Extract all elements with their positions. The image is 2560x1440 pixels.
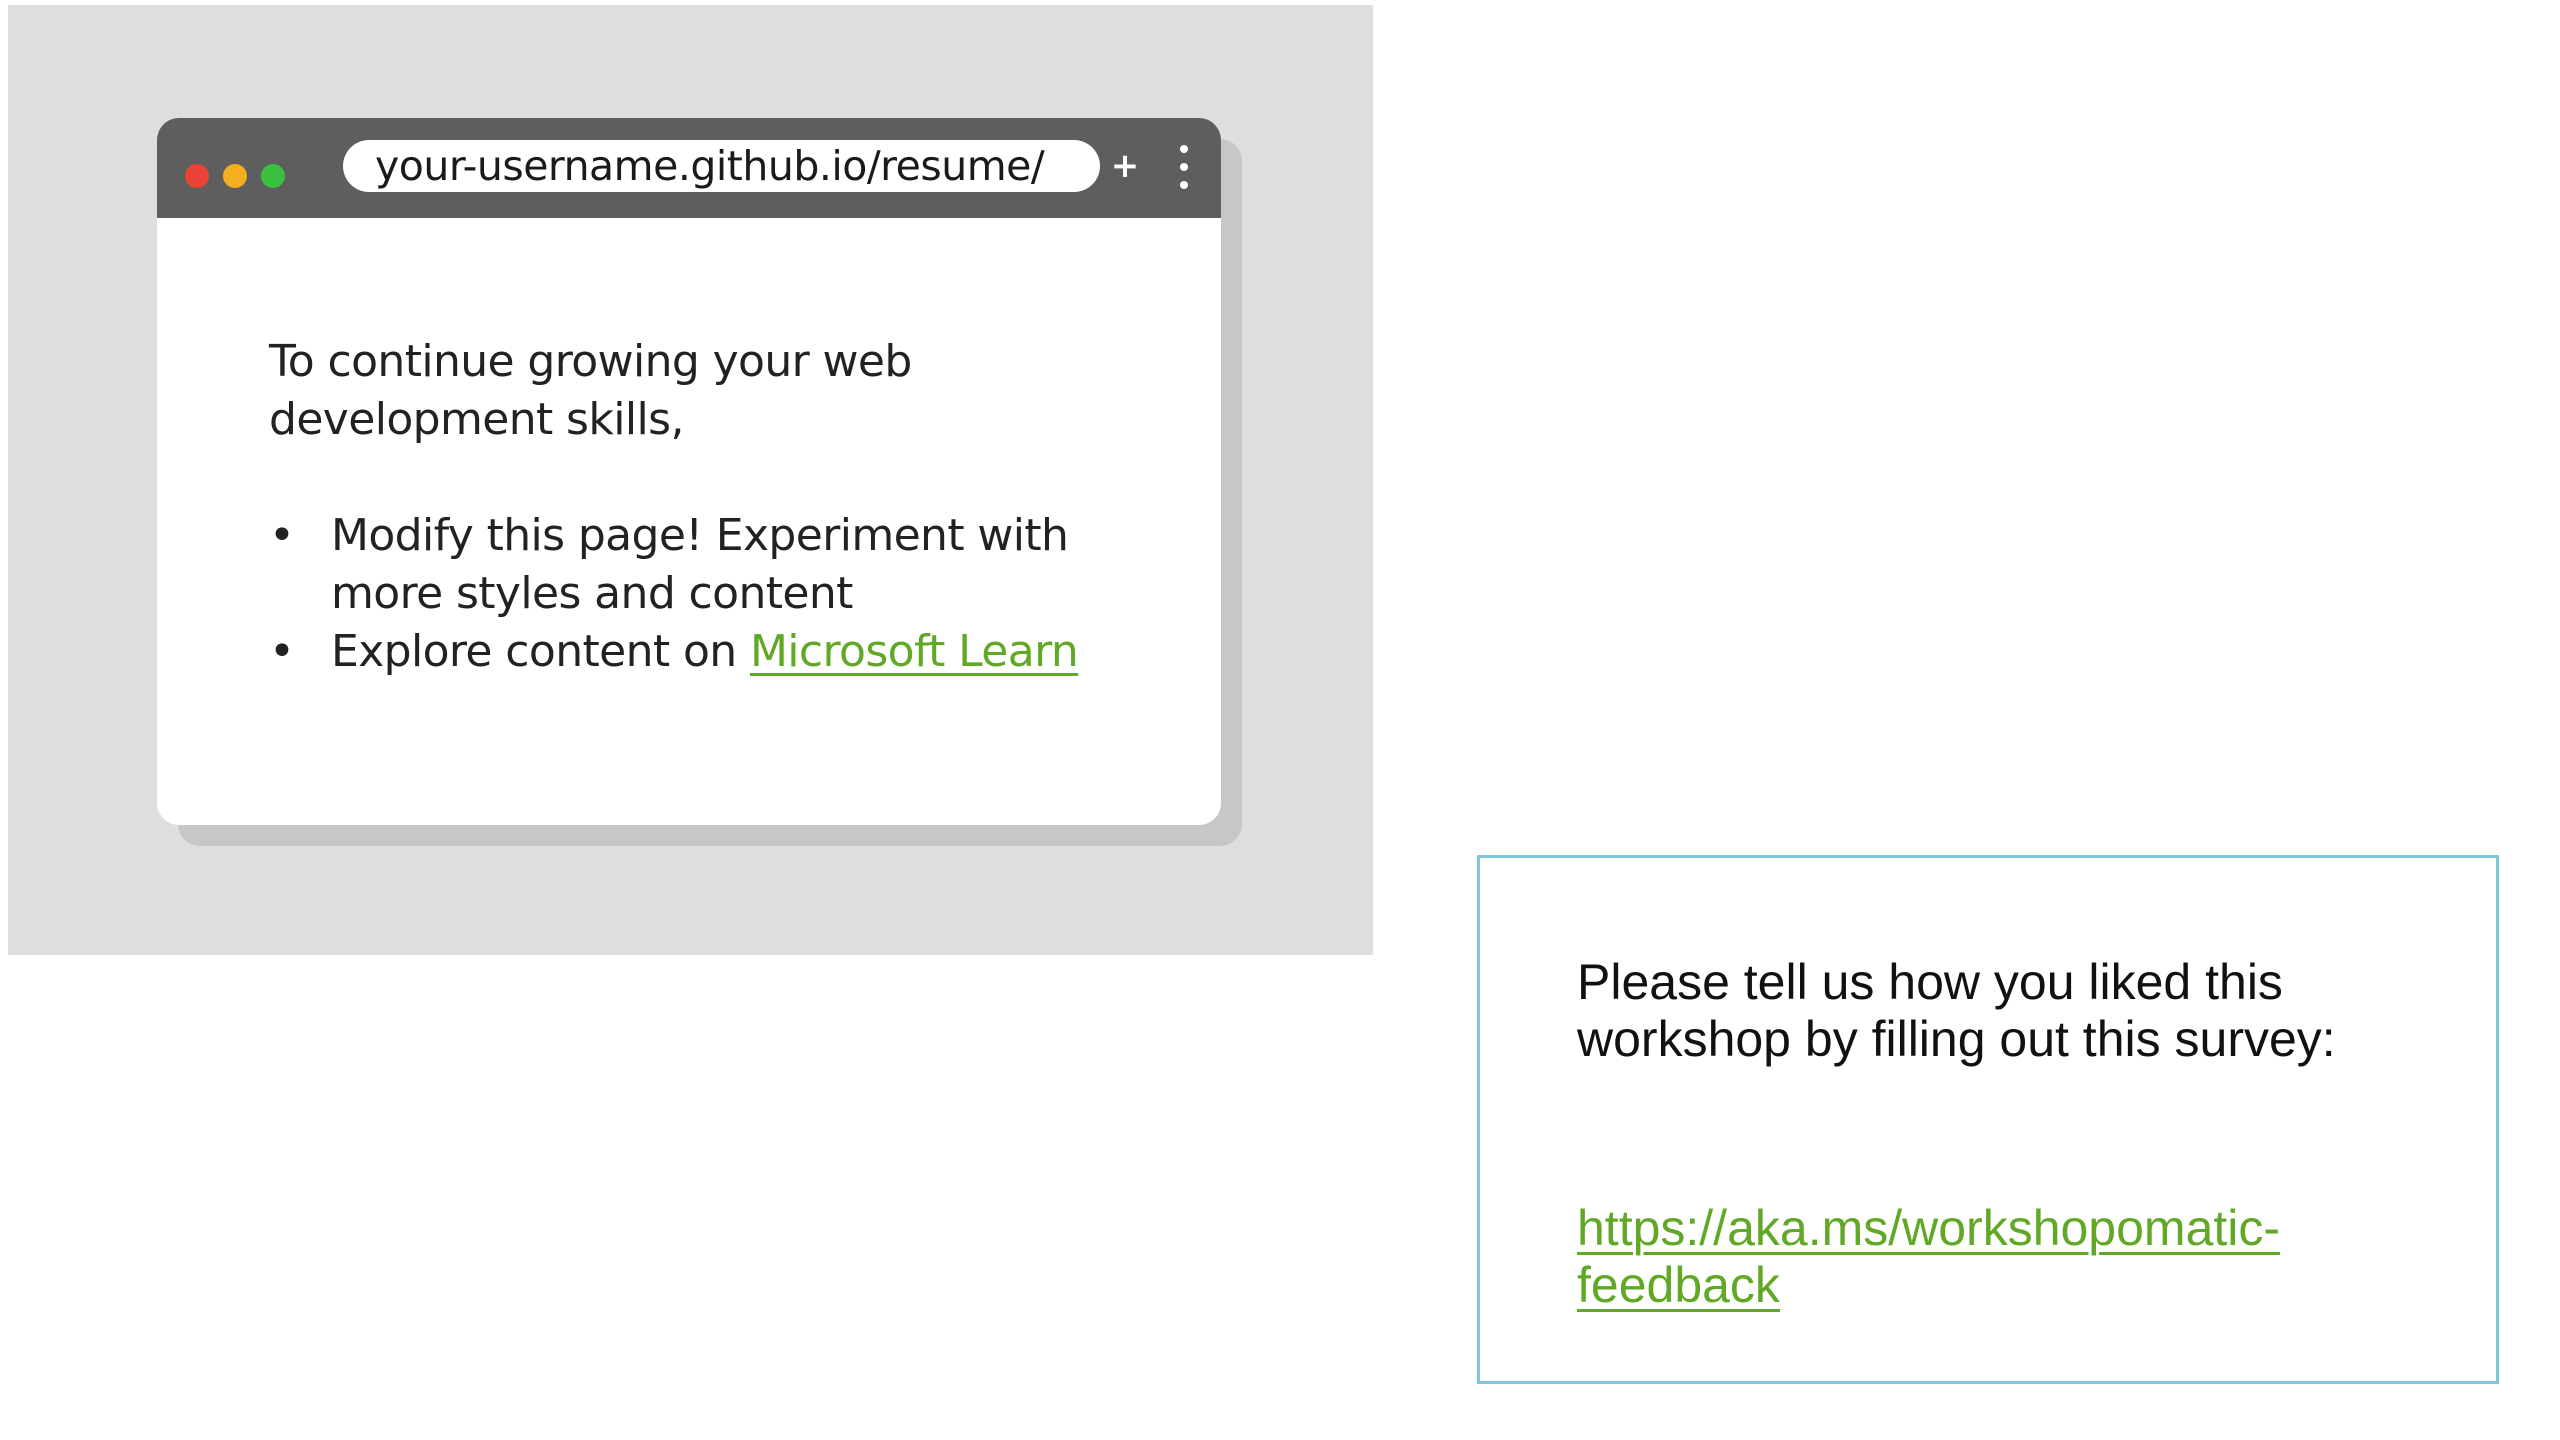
address-bar: your-username.github.io/resume/: [343, 140, 1100, 192]
tip-text: Modify this page! Experiment with more s…: [331, 510, 1069, 619]
tips-list: • Modify this page! Experiment with more…: [269, 507, 1149, 681]
survey-box: Please tell us how you liked this worksh…: [1477, 855, 2499, 1384]
minimize-dot-icon: [223, 164, 247, 188]
survey-prompt: Please tell us how you liked this worksh…: [1577, 954, 2336, 1067]
url-text: your-username.github.io/resume/: [375, 142, 1045, 190]
page-content: To continue growing your web development…: [269, 333, 1149, 681]
bullet-icon: •: [269, 626, 295, 677]
list-item: • Modify this page! Experiment with more…: [269, 507, 1149, 623]
kebab-menu-icon: [1177, 143, 1191, 191]
browser-window: your-username.github.io/resume/ + To con…: [157, 118, 1221, 825]
maximize-dot-icon: [261, 164, 285, 188]
browser-titlebar: your-username.github.io/resume/ +: [157, 118, 1221, 218]
intro-text: To continue growing your web development…: [269, 336, 912, 445]
new-tab-icon: +: [1110, 146, 1140, 186]
browser-mockup: your-username.github.io/resume/ + To con…: [157, 118, 1242, 846]
tip-text: Explore content on: [331, 626, 750, 677]
illustration-panel: your-username.github.io/resume/ + To con…: [8, 5, 1373, 955]
survey-link[interactable]: https://aka.ms/workshopomatic-feedback: [1577, 1200, 2457, 1314]
bullet-icon: •: [269, 510, 295, 561]
list-item: • Explore content on Microsoft Learn: [269, 623, 1149, 681]
close-dot-icon: [185, 164, 209, 188]
microsoft-learn-link[interactable]: Microsoft Learn: [750, 626, 1079, 677]
